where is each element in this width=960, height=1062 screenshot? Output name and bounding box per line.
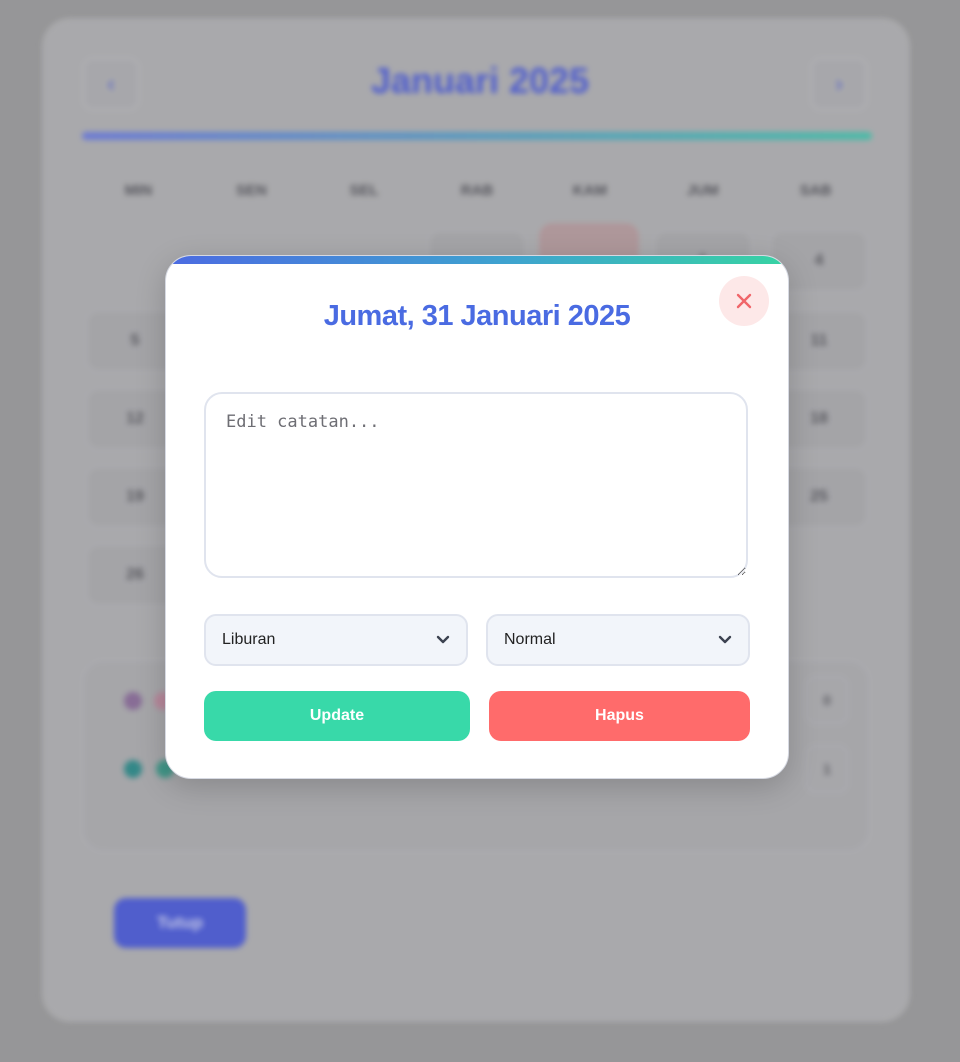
chevron-down-icon bbox=[436, 635, 450, 644]
category-select[interactable]: Liburan bbox=[204, 614, 468, 666]
close-button[interactable] bbox=[719, 276, 769, 326]
close-icon bbox=[736, 293, 752, 309]
delete-button[interactable]: Hapus bbox=[489, 691, 750, 741]
modal-accent-bar bbox=[166, 256, 788, 264]
category-select-value: Liburan bbox=[222, 631, 276, 648]
note-textarea[interactable] bbox=[204, 392, 748, 578]
modal-title: Jumat, 31 Januari 2025 bbox=[323, 300, 631, 332]
chevron-down-icon bbox=[718, 635, 732, 644]
priority-select-value: Normal bbox=[504, 631, 556, 648]
update-button[interactable]: Update bbox=[204, 691, 470, 741]
priority-select[interactable]: Normal bbox=[486, 614, 750, 666]
edit-note-modal: Jumat, 31 Januari 2025 Liburan Normal Up… bbox=[165, 255, 789, 779]
